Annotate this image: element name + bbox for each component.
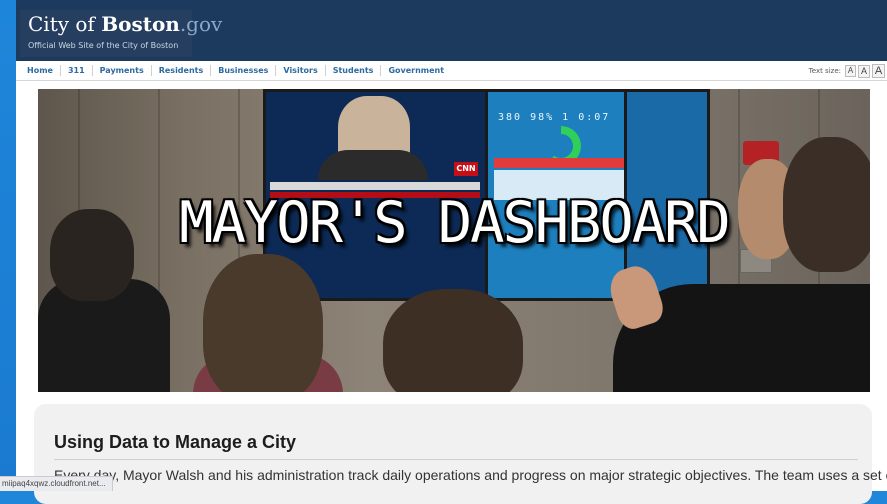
site-logo[interactable]: City of Boston.gov Official Web Site of … (20, 10, 222, 57)
nav-item-students[interactable]: Students (326, 65, 382, 76)
site-title-suffix: .gov (179, 12, 223, 36)
text-size-large-button[interactable]: A (872, 64, 885, 78)
notifications-bar (494, 158, 624, 168)
nav-item-311[interactable]: 311 (61, 65, 93, 76)
viewer-woman-hair (203, 254, 323, 392)
divider (54, 459, 858, 460)
text-size-medium-button[interactable]: A (858, 64, 870, 78)
intro-paragraph: Every day, Mayor Walsh and his administr… (54, 467, 887, 483)
nav-item-residents[interactable]: Residents (152, 65, 212, 76)
text-size-control: Text size: A A A (809, 64, 885, 78)
main-nav: Home 311 Payments Residents Businesses V… (16, 61, 887, 81)
nav-list: Home 311 Payments Residents Businesses V… (20, 65, 451, 76)
nav-item-visitors[interactable]: Visitors (276, 65, 326, 76)
page: City of Boston.gov Official Web Site of … (16, 0, 887, 504)
viewer-center-head (383, 289, 523, 392)
site-title-prefix: City of (28, 12, 102, 36)
hero-title: MAYOR'S DASHBOARD (179, 190, 730, 256)
nav-item-home[interactable]: Home (20, 65, 61, 76)
nav-item-payments[interactable]: Payments (93, 65, 152, 76)
site-header: City of Boston.gov Official Web Site of … (16, 0, 887, 61)
site-title: City of Boston.gov (28, 12, 222, 36)
status-bar-url: miipaq4xqwz.cloudfront.net... (0, 476, 113, 491)
site-tagline: Official Web Site of the City of Boston (28, 41, 179, 50)
content-card: Using Data to Manage a City Every day, M… (34, 404, 887, 504)
news-anchor-body (318, 150, 428, 180)
page-background (0, 0, 16, 491)
nav-item-government[interactable]: Government (381, 65, 451, 76)
text-size-small-button[interactable]: A (845, 65, 856, 77)
section-heading: Using Data to Manage a City (54, 432, 297, 452)
cnn-logo: CNN (454, 162, 478, 176)
hero-banner-image[interactable]: CNN 380 98% 1 0:07 MAYOR'S DASHBOARD (38, 89, 870, 392)
site-title-strong: Boston (101, 12, 180, 36)
nav-item-businesses[interactable]: Businesses (211, 65, 277, 76)
news-ticker (270, 182, 480, 190)
text-size-label: Text size: (808, 67, 841, 75)
dashboard-metrics: 380 98% 1 0:07 (498, 112, 611, 123)
